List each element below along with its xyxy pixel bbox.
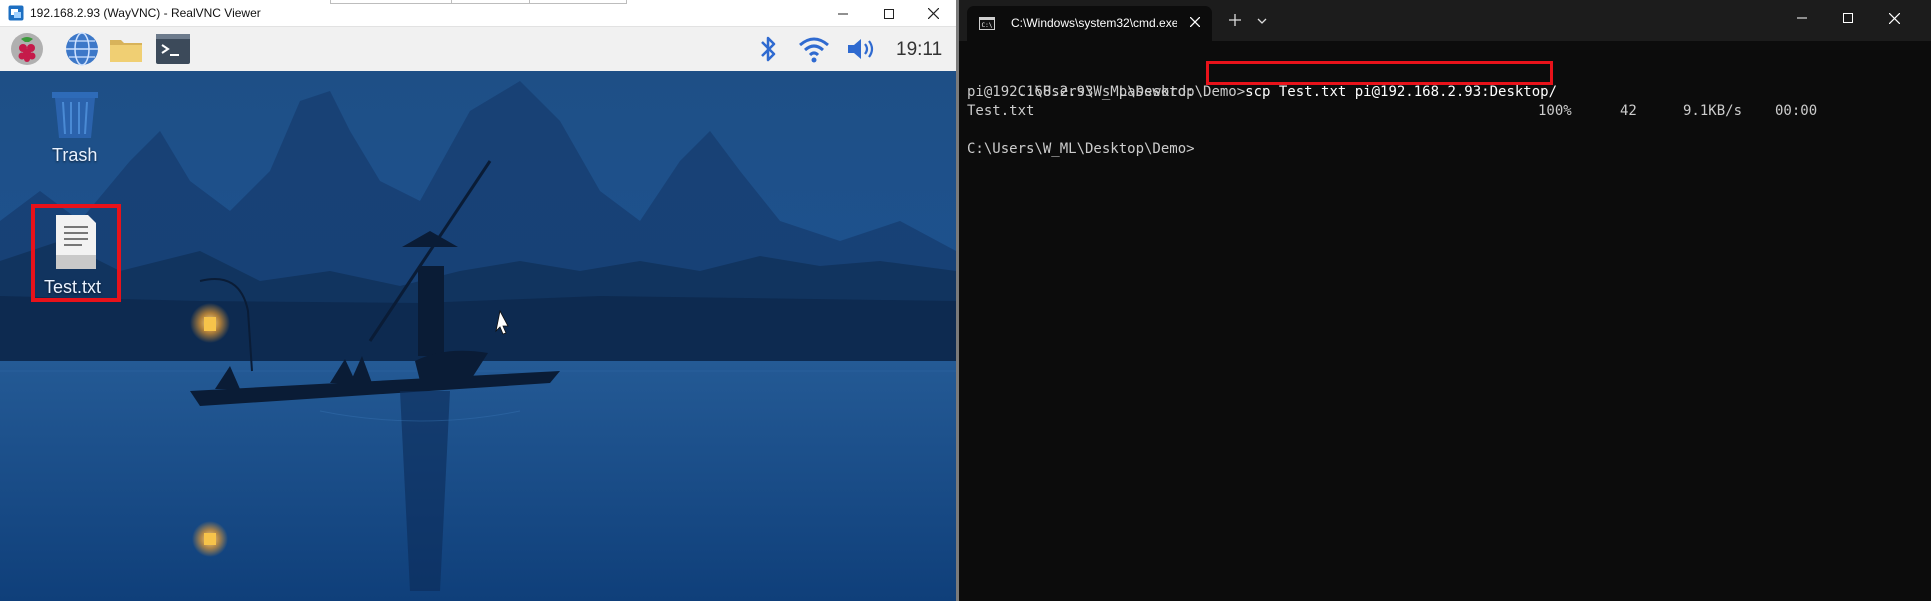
maximize-icon (884, 8, 894, 19)
terminal-close-button[interactable] (1871, 0, 1917, 36)
vnc-viewer-window: 192.168.2.93 (WayVNC) - RealVNC Viewer 1… (0, 0, 956, 601)
vnc-titlebar[interactable]: 192.168.2.93 (WayVNC) - RealVNC Viewer (0, 0, 956, 27)
close-icon (1189, 16, 1201, 28)
terminal-titlebar[interactable]: C:\ C:\Windows\system32\cmd.exe (959, 0, 1931, 41)
realvnc-app-icon (8, 5, 24, 21)
terminal-tab-title: C:\Windows\system32\cmd.exe (1011, 16, 1177, 30)
web-browser-icon[interactable] (64, 31, 100, 67)
terminal-maximize-button[interactable] (1825, 0, 1871, 36)
maximize-icon (1843, 13, 1853, 23)
transfer-size: 42 (1620, 103, 1637, 119)
new-tab-button[interactable] (1221, 9, 1249, 33)
close-icon (927, 8, 939, 19)
transfer-filename: Test.txt (967, 103, 1035, 119)
vnc-close-button[interactable] (910, 0, 956, 27)
tab-close-button[interactable] (1186, 14, 1204, 32)
svg-text:C:\: C:\ (982, 22, 993, 29)
terminal-minimize-button[interactable] (1779, 0, 1825, 36)
remote-desktop[interactable]: Trash Test.txt (0, 71, 956, 601)
panel-clock[interactable]: 19:11 (896, 39, 942, 61)
cmd-icon: C:\ (979, 17, 995, 30)
terminal-line-3: Test.txt 100% 42 9.1KB/s 00:00 (967, 102, 1907, 121)
trash-label: Trash (52, 145, 98, 165)
scp-command: scp Test.txt pi@192.168.2.93:Desktop/ (1245, 84, 1558, 100)
tab-dropdown-button[interactable] (1251, 9, 1273, 33)
plus-icon (1229, 14, 1241, 26)
file-manager-icon[interactable] (108, 31, 144, 67)
transfer-rate: 9.1KB/s (1683, 103, 1743, 119)
transfer-time: 00:00 (1775, 103, 1818, 119)
bluetooth-icon[interactable] (750, 31, 786, 67)
vnc-minimize-button[interactable] (820, 0, 866, 27)
raspberry-menu-icon[interactable] (9, 31, 45, 67)
terminal-line-2: pi@192.168.2.93's password: (967, 84, 1195, 100)
command-highlight-box (1206, 61, 1553, 85)
raspberry-pi-taskbar: 19:11 (0, 27, 956, 71)
terminal-tab[interactable]: C:\ C:\Windows\system32\cmd.exe (967, 6, 1212, 41)
desktop-wallpaper (0, 71, 956, 601)
file-highlight-box (31, 204, 121, 302)
close-icon (1888, 12, 1900, 24)
minimize-icon (1797, 17, 1807, 19)
cmd-terminal-window: C:\ C:\Windows\system32\cmd.exe C:\Users… (959, 0, 1931, 601)
volume-icon[interactable] (843, 31, 879, 67)
terminal-launcher-icon[interactable] (155, 31, 191, 67)
vnc-window-title: 192.168.2.93 (WayVNC) - RealVNC Viewer (30, 6, 261, 20)
minimize-icon (838, 13, 848, 14)
vnc-maximize-button[interactable] (866, 0, 912, 27)
chevron-down-icon (1257, 18, 1267, 24)
vnc-toolbar-handle[interactable] (330, 0, 627, 4)
terminal-line-5: C:\Users\W_ML\Desktop\Demo> (967, 141, 1195, 157)
wifi-icon[interactable] (796, 31, 832, 67)
transfer-percent: 100% (1538, 103, 1572, 119)
trash-icon[interactable] (48, 88, 102, 140)
